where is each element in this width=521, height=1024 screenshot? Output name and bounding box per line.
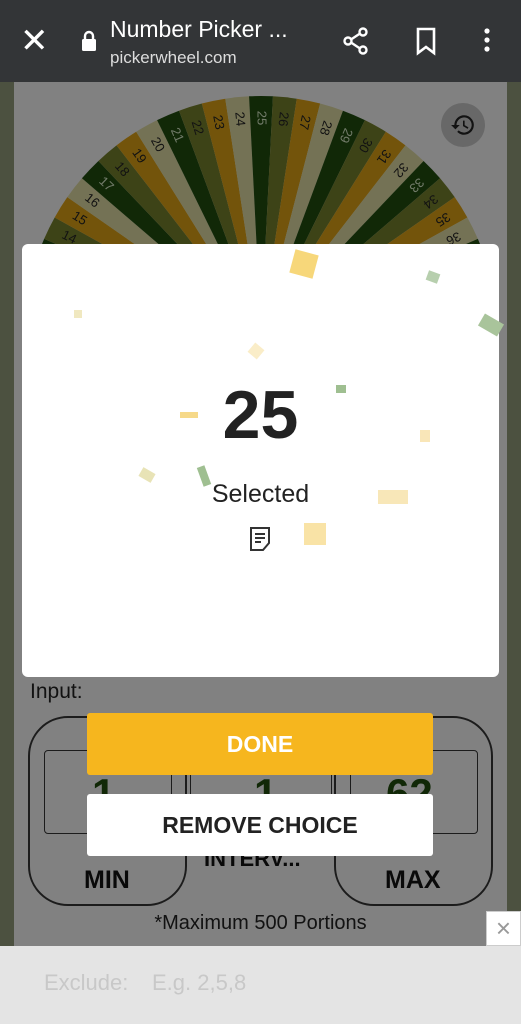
remove-choice-button[interactable]: REMOVE CHOICE: [87, 794, 433, 856]
result-status: Selected: [211, 480, 310, 508]
more-options-icon[interactable]: [472, 26, 502, 56]
exclude-banner: Exclude: E.g. 2,5,8: [0, 946, 521, 1024]
page-url[interactable]: pickerwheel.com: [110, 48, 237, 68]
ad-close-button[interactable]: ×: [486, 911, 521, 946]
lock-icon: [82, 30, 96, 51]
share-icon[interactable]: [341, 26, 371, 56]
close-tab-icon[interactable]: ✕: [20, 24, 49, 58]
done-button[interactable]: DONE: [87, 713, 433, 775]
result-modal: 25 Selected: [22, 244, 499, 677]
exclude-label: Exclude:: [44, 970, 129, 995]
note-icon[interactable]: [248, 526, 272, 552]
exclude-input[interactable]: E.g. 2,5,8: [152, 970, 246, 996]
browser-toolbar: ✕ Number Picker ... pickerwheel.com: [0, 0, 521, 82]
bookmark-icon[interactable]: [411, 26, 441, 56]
page-title: Number Picker ...: [110, 16, 288, 42]
result-number: 25: [222, 377, 299, 453]
